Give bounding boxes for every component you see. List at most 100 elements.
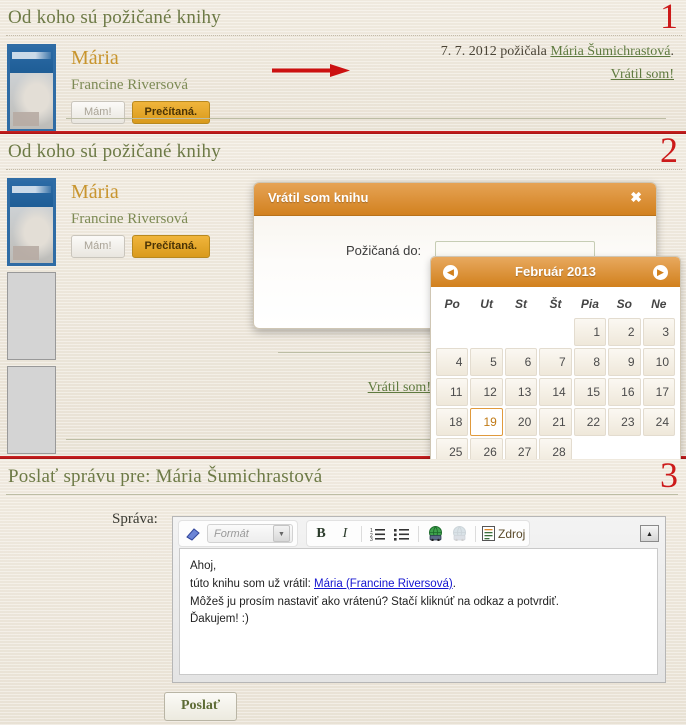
- have-button[interactable]: Mám!: [71, 101, 125, 124]
- lender-link[interactable]: Mária Šumichrastová: [550, 44, 670, 59]
- datepicker-weekday: Po: [444, 297, 460, 311]
- message-label: Správa:: [112, 511, 158, 527]
- toolbar-group-styles: B I 1 2 3 Zdroj: [306, 520, 531, 547]
- unlink-icon[interactable]: [449, 524, 469, 543]
- datepicker-day[interactable]: 6: [504, 348, 538, 376]
- cover-lower-box: [13, 112, 39, 126]
- datepicker-weekday: Ut: [480, 297, 493, 311]
- svg-text:3: 3: [370, 537, 373, 541]
- unordered-list-icon[interactable]: [392, 524, 412, 543]
- section-title-2: Od koho sú požičané knihy: [8, 141, 221, 162]
- link-icon[interactable]: [425, 524, 445, 543]
- scroll-up-icon[interactable]: ▲: [640, 525, 659, 542]
- datepicker-weekday: So: [616, 297, 632, 311]
- returned-link-2[interactable]: Vrátil som!: [368, 380, 431, 395]
- section-title-3: Poslať správu pre: Mária Šumichrastová: [8, 466, 323, 487]
- row-bottom-rule-1: [66, 118, 666, 119]
- toolbar-group-format: Formát ▼: [178, 520, 298, 547]
- close-icon[interactable]: ✖: [630, 189, 642, 206]
- source-button-label: Zdroj: [498, 526, 526, 541]
- datepicker-day[interactable]: 2: [608, 318, 641, 346]
- datepicker-day[interactable]: 19: [470, 408, 503, 436]
- datepicker-day[interactable]: 10: [642, 348, 675, 376]
- cover-title-strip: [12, 186, 51, 193]
- book-title-link-2[interactable]: Mária: [71, 178, 210, 202]
- read-button[interactable]: Prečítaná.: [131, 101, 211, 124]
- source-doc-icon: [482, 526, 495, 541]
- datepicker-day[interactable]: 17: [642, 378, 675, 406]
- cover-lower-box: [13, 246, 39, 260]
- datepicker: ◀ Február 2013 ▶ Po Ut St Št Pia So Ne 1234567…: [430, 256, 681, 473]
- datepicker-day[interactable]: 3: [642, 318, 675, 346]
- chevron-right-icon[interactable]: ▶: [653, 265, 668, 280]
- book-cover-thumbnail[interactable]: [7, 44, 56, 132]
- datepicker-day[interactable]: 20: [504, 408, 538, 436]
- book-cover-thumbnail-2[interactable]: [7, 178, 56, 266]
- datepicker-day[interactable]: 11: [436, 378, 469, 406]
- book-author[interactable]: Francine Riversová: [71, 68, 210, 94]
- editor-toolbar: Formát ▼ B I 1 2 3 Zdroj ▲: [173, 517, 665, 548]
- modal-body: Požičaná do:: [254, 216, 656, 264]
- message-line-4: Ďakujem! :): [190, 613, 249, 626]
- datepicker-day[interactable]: 5: [470, 348, 503, 376]
- book-author-2[interactable]: Francine Riversová: [71, 202, 210, 228]
- datepicker-day[interactable]: 18: [436, 408, 469, 436]
- datepicker-day[interactable]: 1: [573, 318, 607, 346]
- datepicker-day[interactable]: 9: [608, 348, 641, 376]
- panel-number-3: 3: [660, 459, 678, 495]
- cover-top-band: [10, 47, 53, 73]
- format-dropdown-label: Formát: [214, 527, 249, 540]
- book-action-buttons-2: Mám! Prečítaná.: [71, 228, 211, 258]
- cover-placeholder-1: [7, 272, 56, 360]
- italic-button[interactable]: I: [335, 524, 355, 543]
- book-title-link[interactable]: Mária: [71, 44, 210, 68]
- format-dropdown[interactable]: Formát ▼: [207, 524, 293, 543]
- datepicker-grid: Po Ut St Št Pia So Ne 1 2 3 4 5 6 7 8 9 10 11 12 13 14 15 16 1…: [431, 287, 680, 472]
- message-line-2: túto knihu som už vrátil: Mária (Francin…: [190, 576, 647, 594]
- datepicker-day[interactable]: 15: [573, 378, 607, 406]
- modal-header: Vrátil som knihu ✖: [254, 183, 656, 216]
- have-button-2[interactable]: Mám!: [71, 235, 125, 258]
- datepicker-week-row: 18 19 20 21 22 23 24: [436, 408, 675, 436]
- message-body-textarea[interactable]: Ahoj, túto knihu som už vrátil: Mária (F…: [179, 548, 658, 675]
- datepicker-empty-cell: [539, 318, 571, 346]
- datepicker-day[interactable]: 12: [470, 378, 503, 406]
- borrowed-until-label: Požičaná do:: [346, 243, 422, 258]
- lend-line: 7. 7. 2012 požičala Mária Šumichrastová.: [256, 44, 674, 60]
- datepicker-header: ◀ Február 2013 ▶: [431, 257, 680, 287]
- returned-link[interactable]: Vrátil som!: [611, 67, 674, 82]
- datepicker-day[interactable]: 22: [573, 408, 607, 436]
- toolbar-separator-1: [361, 525, 362, 542]
- book-action-buttons: Mám! Prečítaná.: [71, 94, 211, 124]
- bold-button[interactable]: B: [311, 524, 331, 543]
- datepicker-day[interactable]: 8: [573, 348, 607, 376]
- datepicker-day[interactable]: 23: [608, 408, 641, 436]
- datepicker-day[interactable]: 14: [539, 378, 572, 406]
- datepicker-weekday-row: Po Ut St Št Pia So Ne: [436, 291, 675, 316]
- datepicker-day[interactable]: 21: [539, 408, 572, 436]
- lend-date: 7. 7. 2012: [440, 44, 497, 59]
- panel-number-1: 1: [660, 0, 678, 36]
- datepicker-day[interactable]: 16: [608, 378, 641, 406]
- datepicker-month-year: Február 2013: [515, 264, 596, 279]
- rich-text-editor: Formát ▼ B I 1 2 3 Zdroj ▲ Ahoj, túto kn…: [172, 516, 666, 683]
- datepicker-day[interactable]: 7: [539, 348, 572, 376]
- datepicker-weekday: Ne: [651, 297, 667, 311]
- ordered-list-icon[interactable]: 1 2 3: [368, 524, 388, 543]
- title-divider-3: [6, 494, 678, 495]
- cover-stack-2: [7, 178, 56, 454]
- datepicker-day[interactable]: 13: [504, 378, 538, 406]
- datepicker-day[interactable]: 4: [436, 348, 469, 376]
- send-button[interactable]: Poslať: [164, 692, 238, 721]
- datepicker-weeks: 1 2 3 4 5 6 7 8 9 10 11 12 13 14 15 16 17 18 19 20 21 22 23 24 2…: [436, 318, 675, 466]
- read-button-2[interactable]: Prečítaná.: [131, 235, 211, 258]
- modal-title: Vrátil som knihu: [268, 190, 369, 205]
- source-button[interactable]: Zdroj: [482, 526, 525, 541]
- datepicker-week-row: 11 12 13 14 15 16 17: [436, 378, 675, 406]
- datepicker-empty-cell: [436, 318, 468, 346]
- datepicker-day[interactable]: 24: [642, 408, 675, 436]
- remove-format-icon[interactable]: [183, 524, 203, 543]
- panel-1: 1 Od koho sú požičané knihy Mária Franci…: [0, 0, 686, 134]
- message-line-3: Môžeš ju prosím nastaviť ako vrátenú? St…: [190, 595, 559, 608]
- book-link-in-message[interactable]: Mária (Francine Riversová): [314, 578, 453, 590]
